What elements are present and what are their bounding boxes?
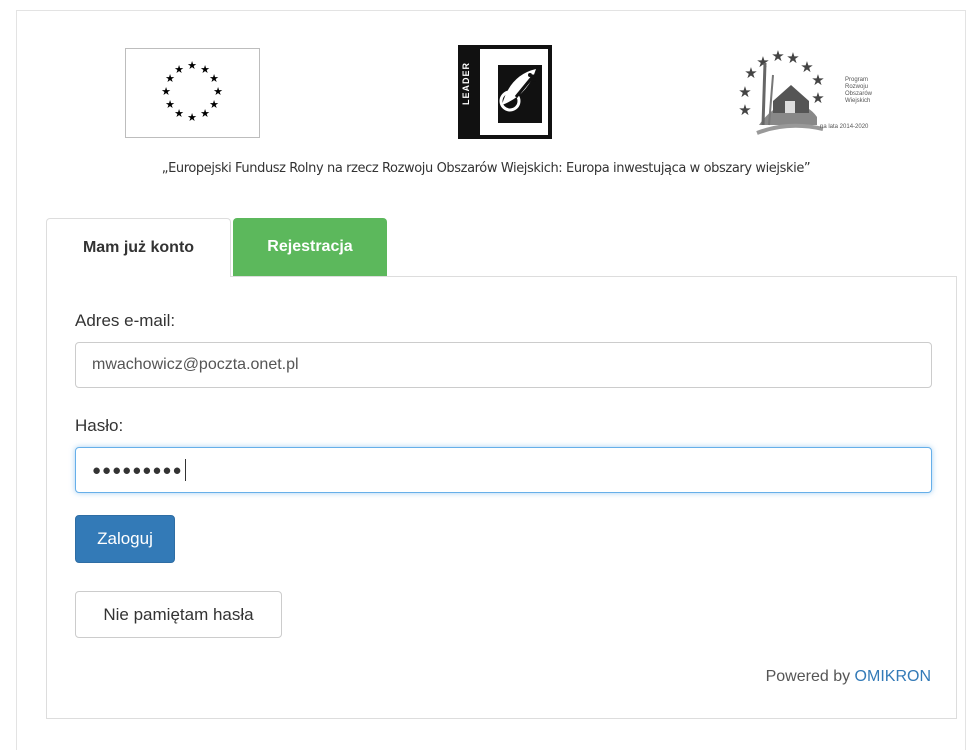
prow-years: na lata 2014-2020 [820,124,869,130]
email-value: mwachowicz@poczta.onet.pl [92,356,299,373]
forgot-password-button[interactable]: Nie pamiętam hasła [75,591,282,638]
tab-mam-juz-konto[interactable]: Mam już konto [46,218,231,277]
prow-line: Wiejskich [845,98,871,104]
svg-text:★: ★ [165,98,175,111]
leader-emblem-icon [458,45,552,139]
fund-caption: „Europejski Fundusz Rolny na rzecz Rozwo… [161,161,811,176]
svg-text:★: ★ [161,85,171,98]
login-button[interactable]: Zaloguj [75,515,175,563]
svg-text:★: ★ [756,53,769,71]
svg-text:★: ★ [209,72,219,85]
svg-text:★: ★ [200,107,210,120]
leader-word: LEADER [461,61,471,105]
prow-line: Program [845,77,869,83]
eu-stars-icon: ★ ★ ★ ★ ★ ★ ★ ★ ★ ★ ★ ★ [161,59,223,124]
omikron-link[interactable]: OMIKRON [855,668,931,685]
leader-logo: LEADER [458,45,552,139]
prow-label: Program Rozwoju Obszarów Wiejskich [845,77,872,105]
text-caret [184,459,186,481]
svg-text:★: ★ [738,101,751,119]
eu-flag-logo: ★ ★ ★ ★ ★ ★ ★ ★ ★ ★ ★ ★ [125,48,260,138]
svg-text:★: ★ [771,47,784,65]
svg-text:★: ★ [786,49,799,67]
email-field[interactable]: mwachowicz@poczta.onet.pl [75,342,932,388]
svg-text:★: ★ [811,71,824,89]
svg-text:★: ★ [187,59,197,72]
powered-prefix: Powered by [765,668,851,685]
svg-text:★: ★ [174,107,184,120]
prow-line: Rozwoju [845,84,869,90]
svg-text:★: ★ [187,111,197,124]
svg-text:★: ★ [174,63,184,76]
prow-line: Obszarów [845,91,873,97]
password-field[interactable]: ●●●●●●●●● [75,447,932,493]
password-label: Hasło: [75,416,124,435]
password-value: ●●●●●●●●● [92,461,183,479]
powered-by: Powered by OMIKRON [766,668,931,686]
tab-label: Mam już konto [82,239,195,256]
svg-text:★: ★ [213,85,223,98]
email-label: Adres e-mail: [75,311,176,330]
tab-label: Rejestracja [267,238,353,255]
svg-text:★: ★ [738,83,751,101]
tab-rejestracja[interactable]: Rejestracja [233,218,387,276]
svg-text:★: ★ [209,98,219,111]
svg-text:★: ★ [811,89,824,107]
